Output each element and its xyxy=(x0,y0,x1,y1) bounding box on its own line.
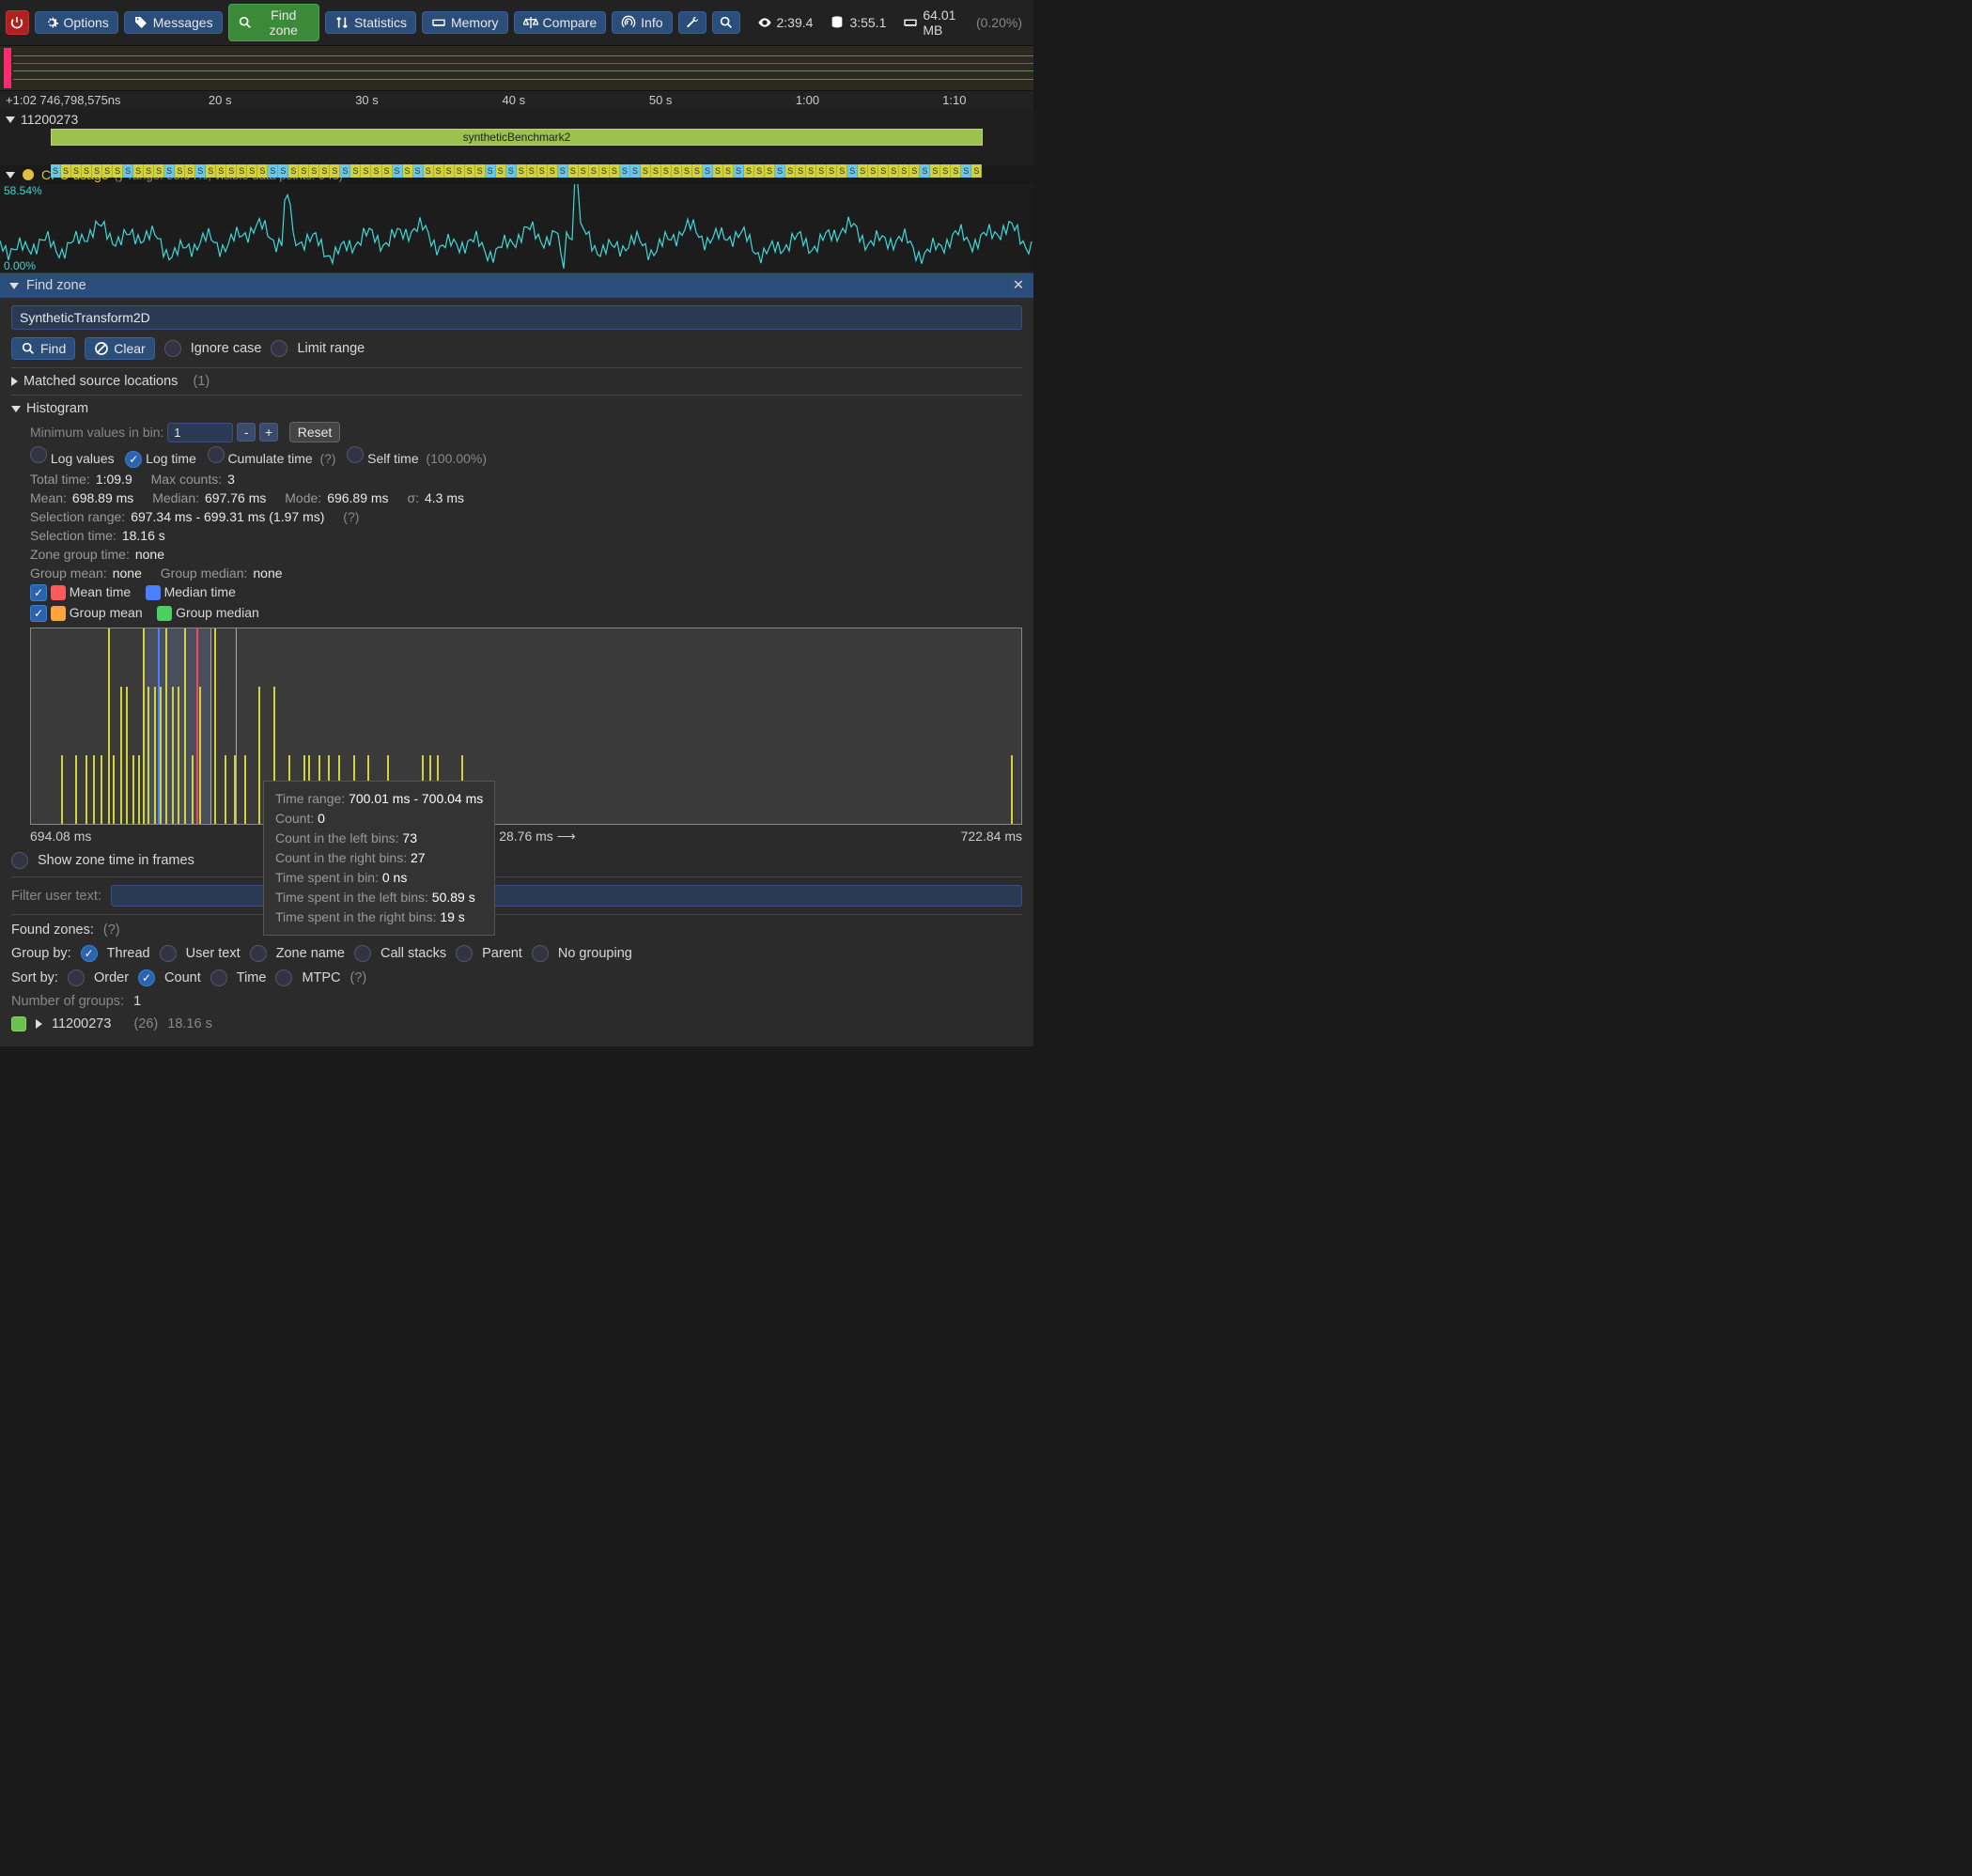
memory-stat: 64.01 MB (0.20%) xyxy=(897,8,1028,38)
log-values-checkbox[interactable] xyxy=(30,446,47,463)
histogram-tooltip: Time range: 700.01 ms - 700.04 ms Count:… xyxy=(263,781,495,936)
thread-row: 11200273 syntheticBenchmark2 SSSSSSSSSSS… xyxy=(0,109,1033,165)
group-color-swatch xyxy=(11,1016,26,1031)
hist-xmax: 722.84 ms xyxy=(961,829,1022,845)
sortby-time-radio[interactable] xyxy=(210,969,227,986)
cumulate-checkbox[interactable] xyxy=(208,446,225,463)
clear-button[interactable]: Clear xyxy=(85,337,154,360)
panel-title-label: Find zone xyxy=(26,278,86,293)
zoom-button[interactable] xyxy=(712,11,740,34)
zone-children[interactable]: SSSSSSSSSSSSSSSSSSSSSSSSSSSSSSSSSSSSSSSS… xyxy=(51,164,983,178)
inc-button[interactable]: + xyxy=(259,423,278,442)
groupby-thread-radio[interactable] xyxy=(81,945,98,962)
min-bin-input[interactable] xyxy=(167,423,233,442)
cpu-plot-svg xyxy=(0,184,1033,273)
expand-icon xyxy=(11,377,18,386)
tag-icon xyxy=(133,15,148,30)
memory-icon xyxy=(903,15,918,30)
groupmean-toggle[interactable] xyxy=(30,605,47,622)
compare-button[interactable]: Compare xyxy=(514,11,607,34)
search-icon xyxy=(719,15,734,30)
scale-icon xyxy=(523,15,538,30)
expand-icon[interactable] xyxy=(36,1019,42,1029)
meantime-toggle[interactable] xyxy=(30,584,47,601)
collapse-icon[interactable] xyxy=(9,283,19,289)
groupby-none-radio[interactable] xyxy=(532,945,549,962)
info-button[interactable]: Info xyxy=(612,11,672,34)
tools-button[interactable] xyxy=(678,11,707,34)
sortby-count-radio[interactable] xyxy=(138,969,155,986)
messages-button[interactable]: Messages xyxy=(124,11,223,34)
cpu-icon xyxy=(21,167,36,182)
hist-xmin: 694.08 ms xyxy=(30,829,91,845)
found-zones-label: Found zones: xyxy=(11,922,94,938)
options-button[interactable]: Options xyxy=(35,11,118,34)
panel-titlebar[interactable]: Find zone ✕ xyxy=(0,273,1033,298)
database-icon xyxy=(830,15,845,30)
zone-bar[interactable]: syntheticBenchmark2 xyxy=(51,129,983,146)
collapse-icon[interactable] xyxy=(6,172,15,178)
eye-icon xyxy=(757,15,772,30)
statistics-button[interactable]: Statistics xyxy=(325,11,416,34)
close-icon[interactable]: ✕ xyxy=(1013,278,1024,293)
main-toolbar: Options Messages Find zone Statistics Me… xyxy=(0,0,1033,46)
prohibit-icon xyxy=(94,341,109,356)
overview-timeline[interactable] xyxy=(0,46,1033,91)
ruler-origin: +1:02 746,798,575ns xyxy=(6,93,147,107)
log-time-checkbox[interactable] xyxy=(125,451,142,468)
groupby-usertext-radio[interactable] xyxy=(160,945,177,962)
fingerprint-icon xyxy=(621,15,636,30)
memory-icon xyxy=(431,15,446,30)
wrench-icon xyxy=(685,15,700,30)
self-time-checkbox[interactable] xyxy=(347,446,364,463)
search-icon xyxy=(238,15,253,30)
collapse-icon xyxy=(11,406,21,412)
find-button[interactable]: Find xyxy=(11,337,75,360)
thread-id-label: 11200273 xyxy=(21,112,78,127)
search-icon xyxy=(21,341,36,356)
view-range-marker[interactable] xyxy=(4,48,11,88)
dec-button[interactable]: - xyxy=(237,423,256,442)
groupby-zonename-radio[interactable] xyxy=(250,945,267,962)
gear-icon xyxy=(44,15,59,30)
ignore-case-label: Ignore case xyxy=(191,341,262,356)
search-input[interactable] xyxy=(11,305,1022,330)
groupby-parent-radio[interactable] xyxy=(456,945,473,962)
limit-range-label: Limit range xyxy=(297,341,365,356)
sortby-order-radio[interactable] xyxy=(68,969,85,986)
group-row[interactable]: 11200273 (26) 18.16 s xyxy=(11,1016,1022,1031)
limit-range-checkbox[interactable] xyxy=(271,340,287,357)
reset-button[interactable]: Reset xyxy=(289,422,341,442)
collapse-icon[interactable] xyxy=(6,116,15,123)
time-ruler[interactable]: +1:02 746,798,575ns 20 s 30 s 40 s 50 s … xyxy=(0,91,1033,109)
show-frames-checkbox[interactable] xyxy=(11,852,28,869)
filter-user-input[interactable] xyxy=(111,885,1022,907)
ignore-case-checkbox[interactable] xyxy=(164,340,181,357)
find-zone-panel: Find zone ✕ Find Clear Ignore case Limit… xyxy=(0,273,1033,1047)
db-time-stat: 3:55.1 xyxy=(824,15,892,30)
power-button[interactable] xyxy=(6,10,29,35)
memory-button[interactable]: Memory xyxy=(422,11,508,34)
sort-icon xyxy=(334,15,349,30)
find-zone-button[interactable]: Find zone xyxy=(228,4,319,41)
histogram-plot[interactable] xyxy=(30,628,1022,825)
matched-locations-header[interactable]: Matched source locations (1) xyxy=(11,374,1022,389)
histogram-header[interactable]: Histogram xyxy=(11,401,1022,416)
view-time-stat: 2:39.4 xyxy=(752,15,819,30)
sortby-mtpc-radio[interactable] xyxy=(275,969,292,986)
cpu-plot[interactable]: 58.54% 0.00% xyxy=(0,184,1033,273)
groupby-callstacks-radio[interactable] xyxy=(354,945,371,962)
